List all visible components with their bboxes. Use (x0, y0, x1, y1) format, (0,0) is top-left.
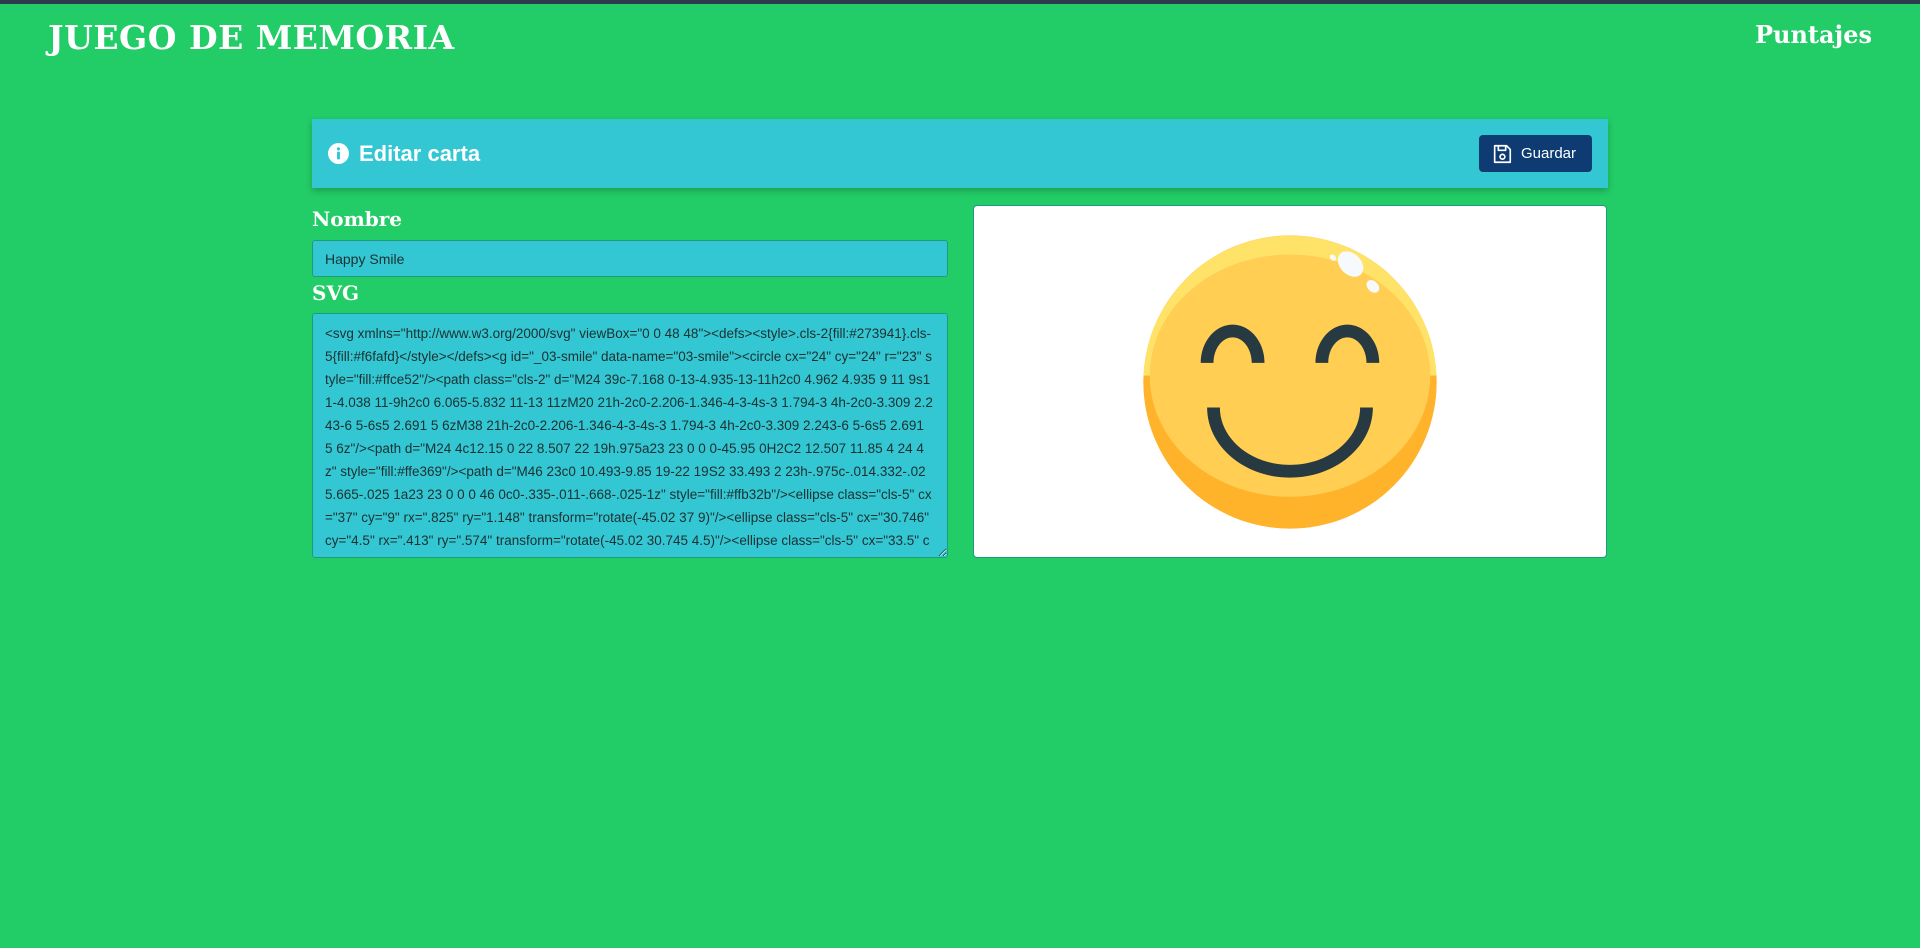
name-input[interactable] (312, 240, 948, 277)
svg-label: SVG (312, 281, 360, 305)
card-header: Editar carta Guardar (312, 119, 1608, 188)
top-accent-bar (0, 0, 1920, 4)
svg-preview-panel (973, 205, 1607, 558)
app-title: JUEGO DE MEMORIA (48, 18, 455, 57)
floppy-disk-icon (1491, 143, 1513, 165)
nav-link-scores[interactable]: Puntajes (1755, 20, 1872, 49)
save-button[interactable]: Guardar (1478, 135, 1592, 172)
info-circle-icon (328, 143, 349, 164)
name-label: Nombre (312, 207, 403, 231)
save-button-label: Guardar (1520, 145, 1576, 162)
card-title: Editar carta (359, 140, 481, 166)
header-title-group: Editar carta (328, 141, 480, 167)
svg-textarea[interactable]: <svg xmlns="http://www.w3.org/2000/svg" … (312, 313, 948, 558)
smiley-face-preview (1143, 234, 1437, 529)
